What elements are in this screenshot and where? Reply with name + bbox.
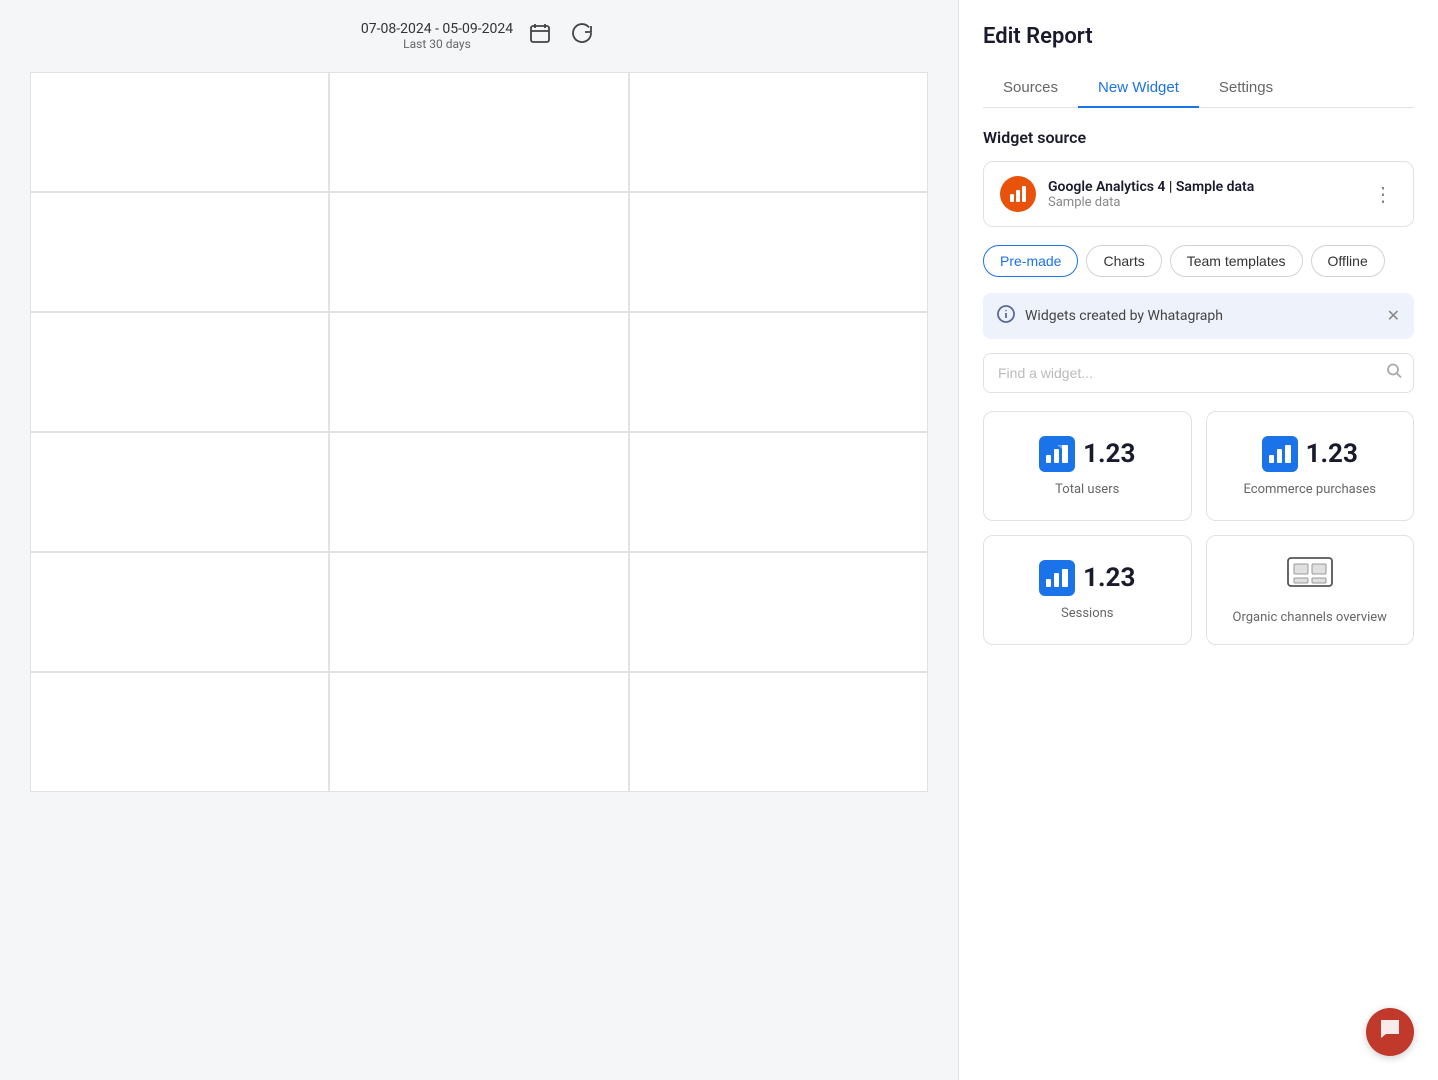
widget-chart-icon xyxy=(1039,560,1075,596)
widget-grid: 1.23 Total users 1.23 xyxy=(983,411,1414,645)
widget-card-sessions[interactable]: 1.23 Sessions xyxy=(983,535,1192,645)
search-button[interactable] xyxy=(1386,363,1402,384)
date-range: 07-08-2024 - 05-09-2024 Last 30 days xyxy=(361,21,513,51)
widget-chart-icon xyxy=(1039,436,1075,472)
source-info: Google Analytics 4 | Sample data Sample … xyxy=(1048,179,1369,210)
tabs-bar: Sources New Widget Settings xyxy=(983,69,1414,108)
widget-card-organic[interactable]: Organic channels overview xyxy=(1206,535,1415,645)
info-banner-text: Widgets created by Whatagraph xyxy=(1025,308,1377,324)
grid-cell xyxy=(629,312,928,432)
source-card: Google Analytics 4 | Sample data Sample … xyxy=(983,161,1414,227)
grid-cell xyxy=(329,192,628,312)
right-panel: Edit Report Sources New Widget Settings … xyxy=(958,0,1438,1080)
panel-header: Edit Report Sources New Widget Settings xyxy=(959,0,1438,108)
report-grid xyxy=(0,72,958,792)
search-wrapper xyxy=(983,353,1414,393)
source-menu-button[interactable]: ⋮ xyxy=(1369,178,1397,211)
search-input[interactable] xyxy=(983,353,1414,393)
date-subtitle: Last 30 days xyxy=(361,37,513,51)
grid-cell xyxy=(30,552,329,672)
grid-cell xyxy=(329,672,628,792)
source-name: Google Analytics 4 | Sample data xyxy=(1048,179,1369,195)
chat-button[interactable] xyxy=(1366,1008,1414,1056)
chip-charts[interactable]: Charts xyxy=(1086,245,1161,277)
widget-value-ecommerce: 1.23 xyxy=(1306,439,1358,469)
panel-body: Widget source Google Analytics 4 | Sampl… xyxy=(959,108,1438,1080)
widget-value-sessions: 1.23 xyxy=(1083,563,1135,593)
widget-preview xyxy=(1286,556,1334,600)
widget-label-total-users: Total users xyxy=(1055,482,1119,497)
grid-cell xyxy=(329,432,628,552)
widget-card-ecommerce[interactable]: 1.23 Ecommerce purchases xyxy=(1206,411,1415,521)
widget-card-total-users[interactable]: 1.23 Total users xyxy=(983,411,1192,521)
panel-title: Edit Report xyxy=(983,24,1414,49)
info-banner: Widgets created by Whatagraph ✕ xyxy=(983,293,1414,339)
refresh-button[interactable] xyxy=(567,18,597,54)
widget-label-sessions: Sessions xyxy=(1061,606,1114,621)
chat-icon xyxy=(1379,1018,1401,1046)
widget-preview: 1.23 xyxy=(1039,560,1135,596)
tab-settings[interactable]: Settings xyxy=(1199,69,1293,108)
source-sub: Sample data xyxy=(1048,195,1369,210)
widget-preview: 1.23 xyxy=(1039,436,1135,472)
grid-cell xyxy=(30,72,329,192)
widget-label-organic: Organic channels overview xyxy=(1233,610,1387,625)
left-panel: 07-08-2024 - 05-09-2024 Last 30 days xyxy=(0,0,958,1080)
grid-cell xyxy=(30,192,329,312)
filter-chips: Pre-made Charts Team templates Offline xyxy=(983,245,1414,277)
tab-sources[interactable]: Sources xyxy=(983,69,1078,108)
grid-cell xyxy=(30,432,329,552)
widget-label-ecommerce: Ecommerce purchases xyxy=(1244,482,1377,497)
widget-value-total-users: 1.23 xyxy=(1083,439,1135,469)
grid-cell xyxy=(629,432,928,552)
calendar-icon xyxy=(529,22,551,50)
top-bar: 07-08-2024 - 05-09-2024 Last 30 days xyxy=(0,0,958,72)
source-icon xyxy=(1000,176,1036,212)
grid-cell xyxy=(629,72,928,192)
grid-cell xyxy=(329,72,628,192)
grid-cell xyxy=(329,552,628,672)
grid-cell xyxy=(329,312,628,432)
grid-cell xyxy=(629,192,928,312)
tab-new-widget[interactable]: New Widget xyxy=(1078,69,1199,108)
info-close-button[interactable]: ✕ xyxy=(1387,306,1400,326)
widget-chart-icon xyxy=(1262,436,1298,472)
refresh-icon xyxy=(571,22,593,50)
grid-cell xyxy=(30,672,329,792)
monitor-icon xyxy=(1286,556,1334,600)
chip-team-templates[interactable]: Team templates xyxy=(1170,245,1303,277)
grid-cell xyxy=(629,672,928,792)
info-icon xyxy=(997,305,1015,327)
chip-offline[interactable]: Offline xyxy=(1311,245,1385,277)
widget-preview: 1.23 xyxy=(1262,436,1358,472)
widget-source-title: Widget source xyxy=(983,128,1414,147)
grid-cell xyxy=(30,312,329,432)
grid-cell xyxy=(629,552,928,672)
date-range-text: 07-08-2024 - 05-09-2024 xyxy=(361,21,513,37)
search-icon xyxy=(1386,366,1402,383)
calendar-button[interactable] xyxy=(525,18,555,54)
chip-premade[interactable]: Pre-made xyxy=(983,245,1078,277)
